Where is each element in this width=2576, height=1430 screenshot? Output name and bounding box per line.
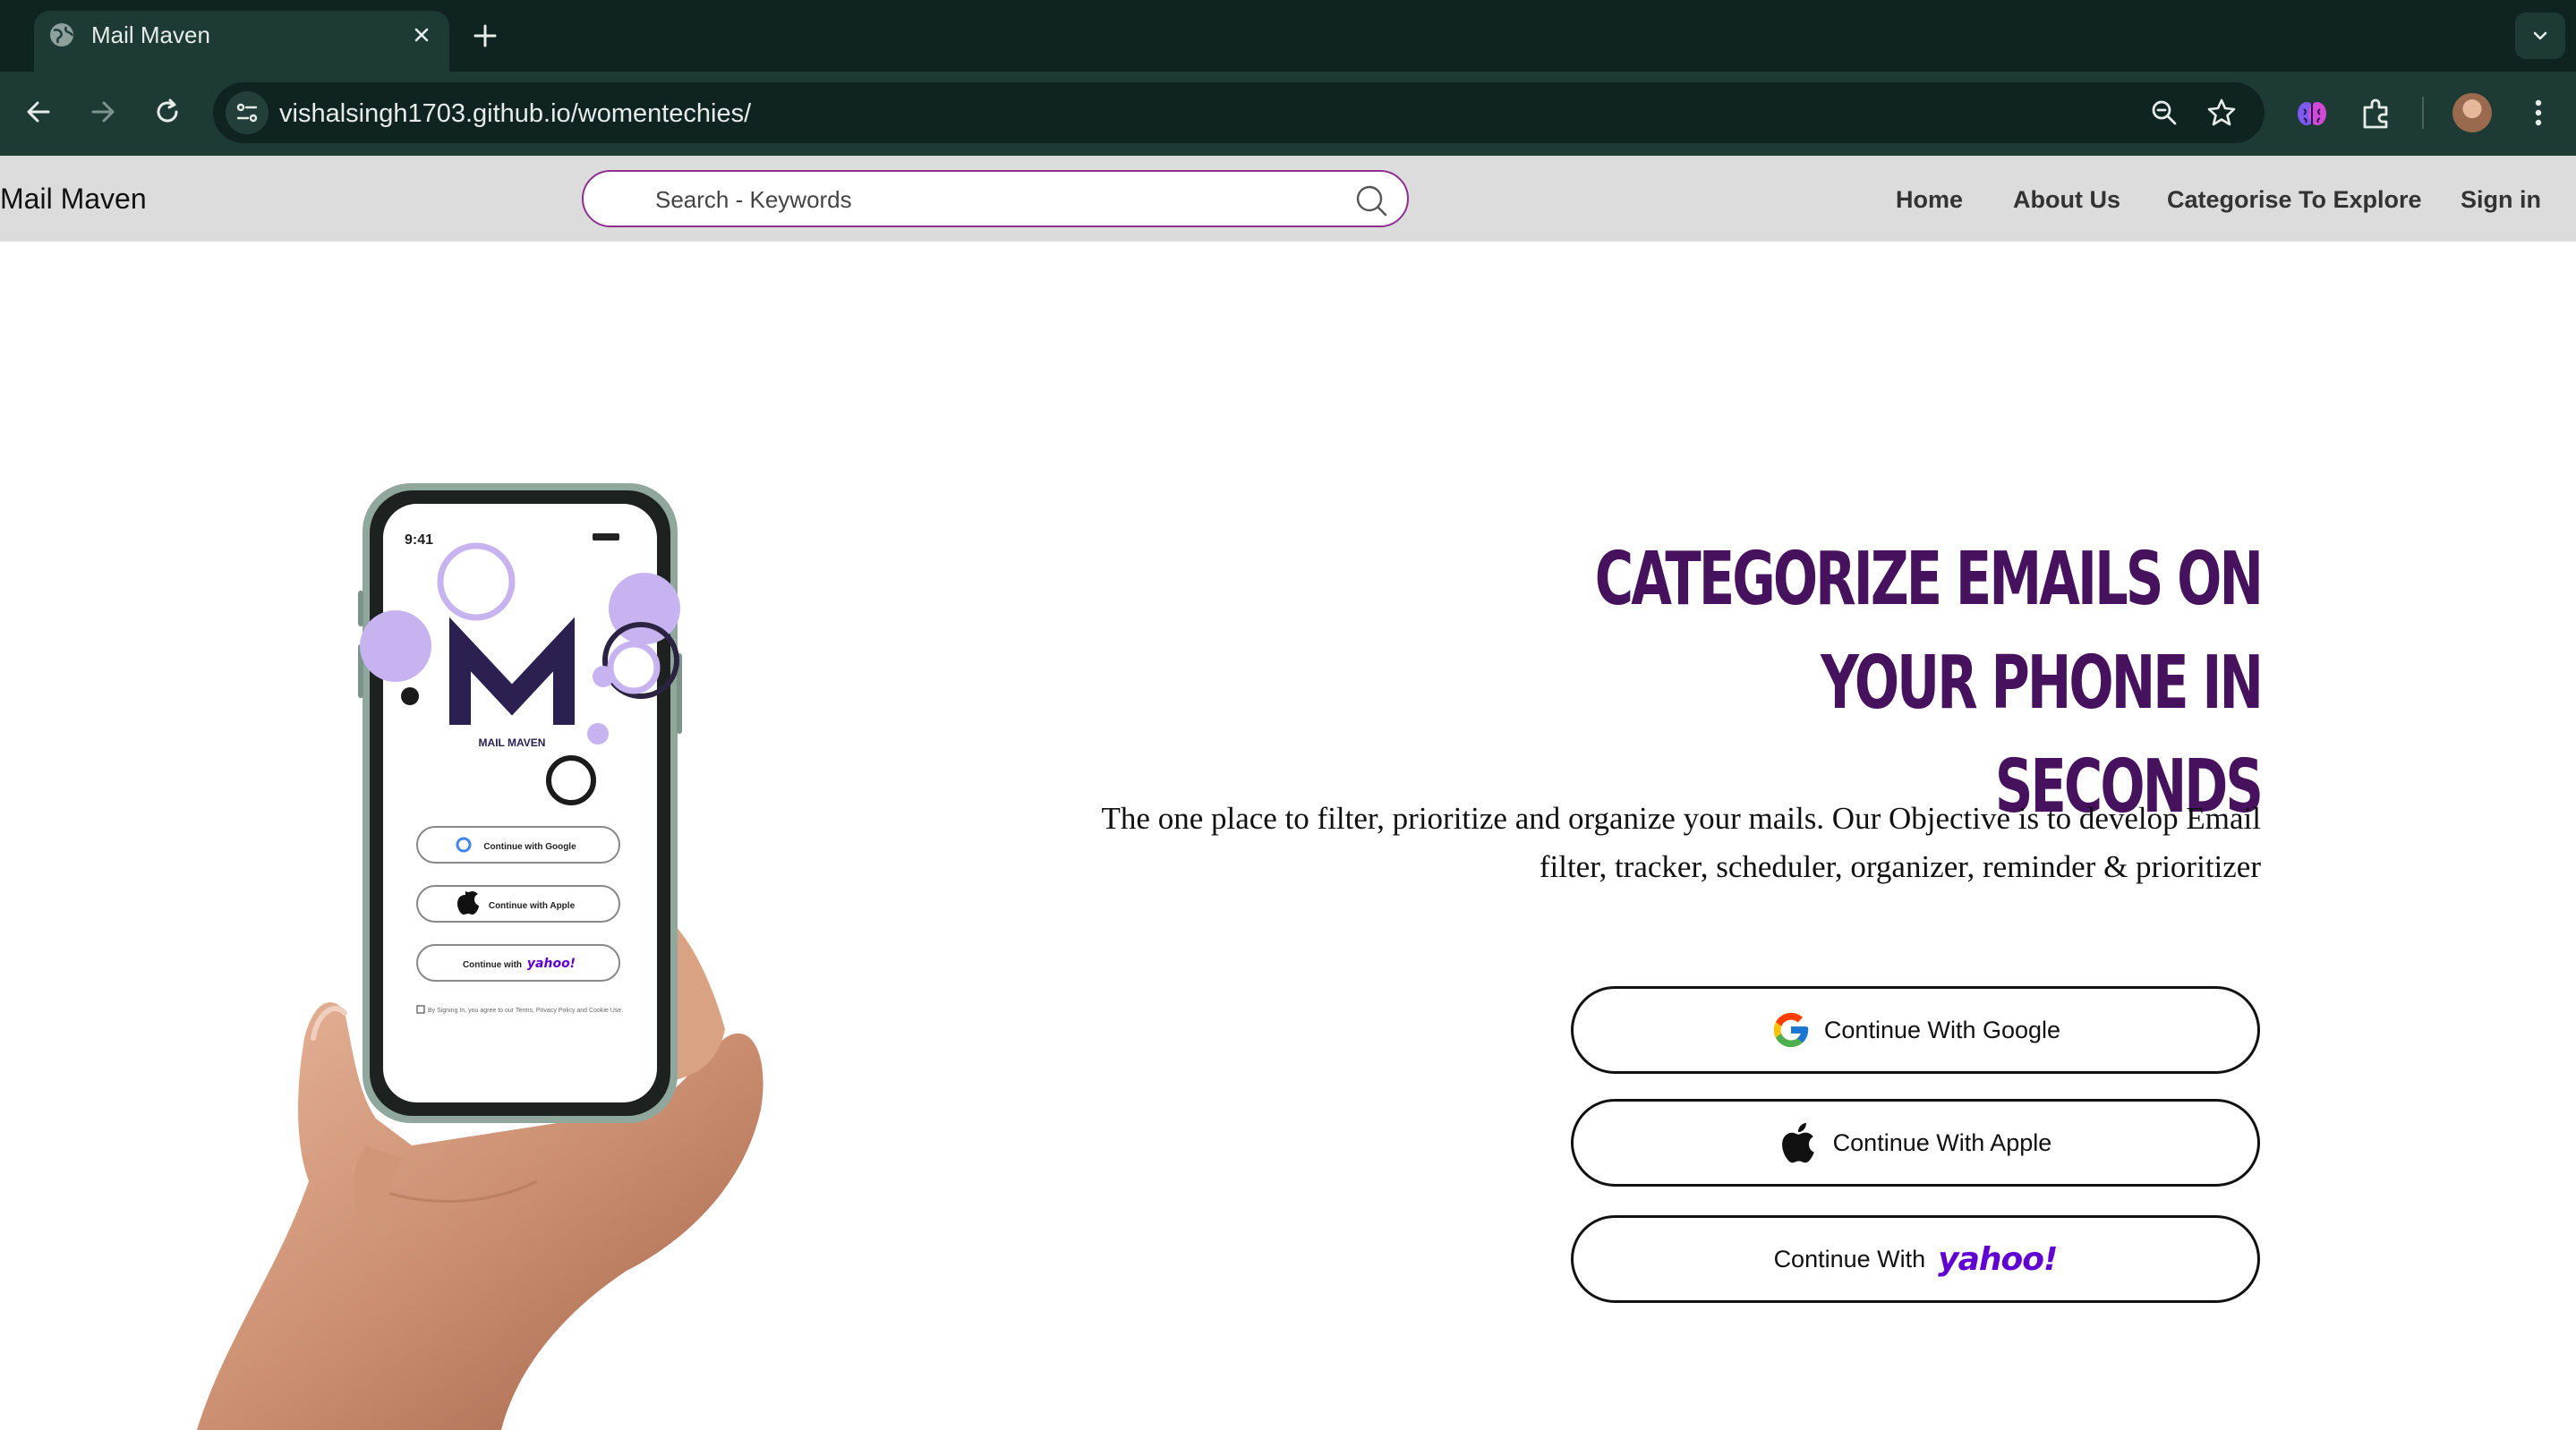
close-icon[interactable] — [408, 21, 435, 48]
phone-app-name: MAIL MAVEN — [479, 736, 546, 749]
hero-headline-line-1: Categorize emails on your phone in — [1594, 537, 2264, 726]
globe-icon — [50, 23, 74, 47]
browser-tabstrip: Mail Maven — [0, 0, 2576, 72]
plus-icon[interactable] — [467, 18, 503, 54]
extensions-puzzle-icon[interactable] — [2358, 95, 2395, 132]
nav-sign-in[interactable]: Sign in — [2461, 186, 2541, 213]
more-menu-icon[interactable] — [2521, 95, 2556, 131]
continue-with-apple-button[interactable]: Continue With Apple — [1571, 1099, 2260, 1187]
hero-tagline: The one place to filter, prioritize and … — [1056, 795, 2261, 891]
google-button-label: Continue With Google — [1823, 1016, 2061, 1043]
google-icon — [1773, 1012, 1809, 1048]
hero-tagline-line-2: filter, tracker, scheduler, organizer, r… — [1539, 849, 2261, 884]
url-path: /womentechies/ — [570, 99, 752, 128]
phone-btn-apple-label: Continue with Apple — [489, 901, 576, 911]
phone-in-hand-illustration: 9:41 MAIL MAVEN Continue with Google Con… — [197, 483, 763, 1430]
continue-with-yahoo-button[interactable]: Continue With yahoo! — [1571, 1215, 2260, 1303]
address-bar[interactable]: vishalsingh1703.github.io/womentechies/ — [213, 82, 2265, 143]
tab-title: Mail Maven — [91, 21, 210, 48]
phone-btn-google-label: Continue with Google — [483, 842, 576, 852]
url-host: vishalsingh1703.github.io — [279, 99, 571, 128]
nav-about-us[interactable]: About Us — [2013, 186, 2120, 213]
bookmark-star-icon[interactable] — [2205, 97, 2238, 129]
forward-icon[interactable] — [82, 91, 124, 132]
hero-headline: Categorize emails on your phone in secon… — [1471, 528, 2264, 839]
phone-status-time: 9:41 — [405, 532, 433, 548]
site-info-icon — [236, 103, 258, 123]
hero-tagline-line-1: The one place to filter, prioritize and … — [1101, 801, 2261, 836]
nav-categorise-to-explore[interactable]: Categorise To Explore — [2167, 186, 2422, 213]
toolbar-divider — [2422, 97, 2424, 129]
yahoo-logo: yahoo! — [1938, 1240, 2058, 1278]
phone-legal-text: By Signing In, you agree to our Terms, P… — [428, 1008, 623, 1014]
apple-button-label: Continue With Apple — [1832, 1128, 2052, 1156]
browser-tab[interactable]: Mail Maven — [34, 11, 449, 72]
tab-search-button[interactable] — [2515, 13, 2565, 59]
zoom-icon[interactable] — [2148, 97, 2180, 129]
profile-avatar[interactable] — [2452, 93, 2492, 132]
phone: 9:41 MAIL MAVEN Continue with Google Con… — [358, 483, 682, 1123]
search-box[interactable] — [582, 170, 1409, 227]
phone-yahoo-logo: yahoo! — [527, 957, 576, 971]
apple-icon — [1781, 1122, 1814, 1163]
browser-toolbar: vishalsingh1703.github.io/womentechies/ — [0, 72, 2576, 156]
reload-icon[interactable] — [147, 91, 188, 132]
chevron-down-icon — [2533, 31, 2547, 40]
phone-btn-yahoo-label: Continue with — [463, 960, 522, 970]
site-navbar: Mail Maven Home About Us Categorise To E… — [0, 156, 2576, 242]
back-icon[interactable] — [18, 91, 59, 132]
search-icon[interactable] — [1353, 183, 1389, 218]
search-input[interactable] — [655, 184, 1282, 215]
nav-home[interactable]: Home — [1896, 186, 1963, 213]
url-text: vishalsingh1703.github.io/womentechies/ — [279, 98, 751, 129]
site-info-button[interactable] — [226, 91, 269, 134]
yahoo-button-label: Continue With — [1773, 1245, 1926, 1273]
brand-logo-text[interactable]: Mail Maven — [0, 181, 147, 217]
continue-with-google-button[interactable]: Continue With Google — [1571, 986, 2260, 1074]
extension-brain-icon[interactable] — [2293, 95, 2331, 132]
